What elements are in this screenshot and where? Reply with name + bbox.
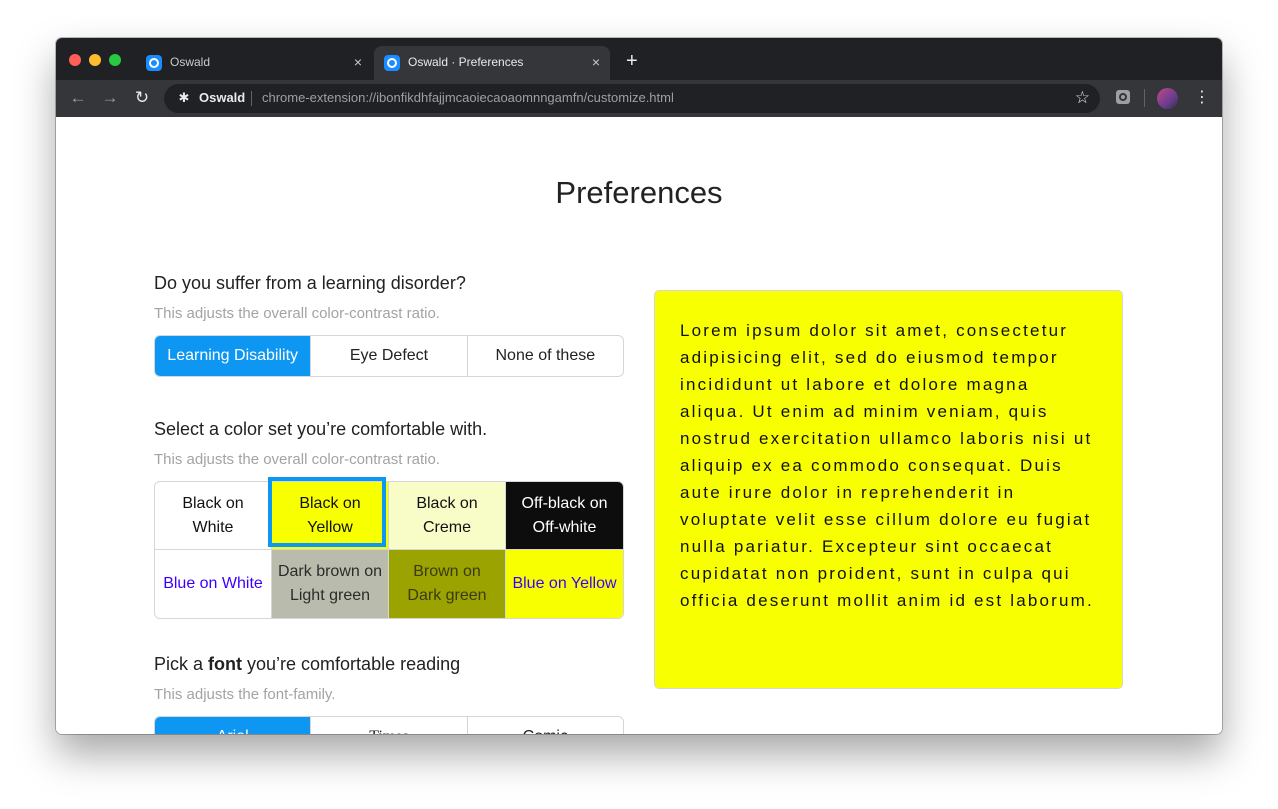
- preview-text: Lorem ipsum dolor sit amet, consectetur …: [680, 321, 1094, 610]
- color-option-label: Off-black on Off-white: [521, 494, 608, 536]
- new-tab-icon[interactable]: +: [626, 51, 638, 71]
- site-name: Oswald: [199, 90, 246, 105]
- font-hint: This adjusts the font-family.: [154, 686, 336, 703]
- preview-panel: Lorem ipsum dolor sit amet, consectetur …: [654, 290, 1123, 689]
- tab-strip: Oswald × Oswald · Preferences × +: [56, 38, 1222, 80]
- oswald-favicon-icon: [384, 55, 400, 71]
- font-selector: Arial Times Comic: [154, 716, 624, 734]
- back-arrow-icon[interactable]: ←: [68, 88, 88, 108]
- tab-oswald-preferences[interactable]: Oswald · Preferences ×: [374, 46, 610, 80]
- puzzle-icon: ✱: [178, 90, 190, 105]
- color-option-label: Black on Yellow: [299, 494, 361, 536]
- profile-avatar[interactable]: [1157, 88, 1178, 109]
- tab-oswald[interactable]: Oswald ×: [136, 46, 372, 80]
- url-text[interactable]: chrome-extension://ibonfikdhfajjmcaoieca…: [262, 90, 674, 105]
- browser-toolbar: ← → ↻ ✱ Oswald chrome-extension://ibonfi…: [56, 80, 1222, 117]
- color-set-question: Select a color set you’re comfortable wi…: [154, 419, 488, 439]
- window-maximize-button[interactable]: [109, 54, 121, 66]
- color-option-blue-on-yellow[interactable]: Blue on Yellow: [506, 550, 623, 618]
- option-font-arial[interactable]: Arial: [155, 717, 312, 734]
- oswald-extension-icon[interactable]: [1116, 90, 1130, 104]
- disorder-question: Do you suffer from a learning disorder?: [154, 273, 466, 293]
- window-minimize-button[interactable]: [89, 54, 101, 66]
- color-option-dark-brown-on-light-green[interactable]: Dark brown on Light green: [272, 550, 389, 618]
- option-eye-defect[interactable]: Eye Defect: [311, 336, 468, 376]
- toolbar-separator: [1144, 89, 1145, 107]
- page-title: Preferences: [555, 175, 723, 210]
- color-option-black-on-creme[interactable]: Black on Creme: [389, 482, 506, 550]
- option-none-of-these[interactable]: None of these: [468, 336, 623, 376]
- disorder-selector: Learning Disability Eye Defect None of t…: [154, 335, 624, 377]
- color-option-off-black-on-off-white[interactable]: Off-black on Off-white: [506, 482, 623, 550]
- tab-close-icon[interactable]: ×: [592, 53, 600, 71]
- color-set-hint: This adjusts the overall color-contrast …: [154, 451, 440, 468]
- color-option-blue-on-white[interactable]: Blue on White: [155, 550, 272, 618]
- color-option-label: Black on White: [182, 494, 244, 536]
- oswald-favicon-icon: [146, 55, 162, 71]
- font-question: Pick a font you’re comfortable reading: [154, 654, 461, 674]
- option-font-times[interactable]: Times: [311, 717, 468, 734]
- tab-title: Oswald: [170, 55, 211, 69]
- disorder-hint: This adjusts the overall color-contrast …: [154, 305, 440, 322]
- color-set-grid: Black on White Black on Yellow Black on Cre…: [154, 481, 624, 619]
- color-option-label: Blue on Yellow: [512, 575, 617, 592]
- window-close-button[interactable]: [69, 54, 81, 66]
- option-font-comic[interactable]: Comic: [468, 717, 623, 734]
- tab-close-icon[interactable]: ×: [354, 53, 362, 71]
- address-separator: [251, 91, 252, 106]
- page-content: Preferences Do you suffer from a learnin…: [56, 117, 1222, 734]
- color-option-label: Blue on White: [163, 575, 263, 592]
- forward-arrow-icon[interactable]: →: [100, 88, 120, 108]
- reload-icon[interactable]: ↻: [132, 88, 152, 108]
- color-option-label: Brown on Dark green: [407, 563, 487, 604]
- color-option-label: Black on Creme: [416, 494, 478, 536]
- color-option-black-on-yellow[interactable]: Black on Yellow: [272, 482, 389, 550]
- address-bar[interactable]: ✱ Oswald chrome-extension://ibonfikdhfaj…: [164, 84, 1100, 113]
- bookmark-star-icon[interactable]: ☆: [1075, 88, 1090, 108]
- color-option-label: Dark brown on Light green: [277, 563, 383, 604]
- browser-window: Oswald × Oswald · Preferences × + ← → ↻ …: [56, 38, 1222, 734]
- color-option-brown-on-dark-green[interactable]: Brown on Dark green: [389, 550, 506, 618]
- color-option-black-on-white[interactable]: Black on White: [155, 482, 272, 550]
- tab-title: Oswald · Preferences: [408, 55, 524, 69]
- kebab-menu-icon[interactable]: ⋮: [1194, 88, 1210, 108]
- option-learning-disability[interactable]: Learning Disability: [155, 336, 312, 376]
